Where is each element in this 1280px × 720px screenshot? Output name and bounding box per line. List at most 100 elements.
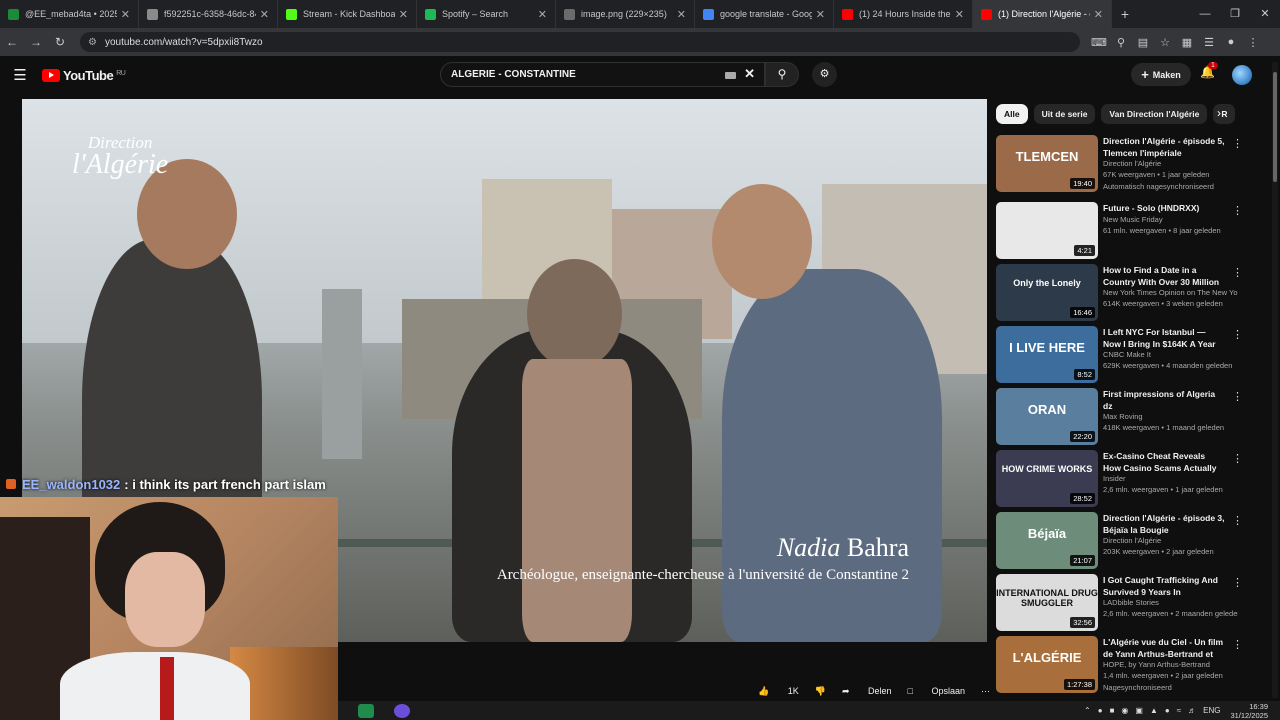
recommendation-item[interactable]: I LIVE HERE 8:52 I Left NYC For Istanbul —… xyxy=(996,326,1243,384)
tab-close-icon[interactable]: ✕ xyxy=(677,8,686,21)
recommendation-item[interactable]: ORAN 22:20 First impressions of Algeria dz… xyxy=(996,388,1243,446)
more-options-icon[interactable]: ⋮ xyxy=(1232,638,1243,651)
close-window-icon[interactable]: ✕ xyxy=(1250,0,1280,28)
more-options-icon[interactable]: ⋮ xyxy=(1232,514,1243,527)
recommendation-title[interactable]: Future - Solo (HNDRXX) xyxy=(1103,203,1225,215)
recommendation-item[interactable]: L'ALGÉRIE 1:27:38 L'Algérie vue du Ciel - … xyxy=(996,636,1243,694)
recommendation-title[interactable]: I Left NYC For Istanbul — Now I Bring In… xyxy=(1103,327,1225,350)
more-options-icon[interactable]: ⋮ xyxy=(1232,137,1243,150)
recommendation-thumbnail[interactable]: L'ALGÉRIE 1:27:38 xyxy=(996,636,1098,693)
browser-tab[interactable]: image.png (229×235) ✕ xyxy=(556,0,695,28)
recommendation-channel[interactable]: New York Times Opinion on The New Yor... xyxy=(1103,288,1238,297)
new-tab-button[interactable]: + xyxy=(1112,6,1138,22)
recommendation-channel[interactable]: Direction l'Algérie xyxy=(1103,536,1238,545)
minimize-icon[interactable]: — xyxy=(1190,0,1220,28)
tab-close-icon[interactable]: ✕ xyxy=(538,8,547,21)
more-actions-icon[interactable]: ⋯ xyxy=(981,686,990,697)
recommendation-thumbnail[interactable]: I LIVE HERE 8:52 xyxy=(996,326,1098,383)
share-button[interactable]: ➦ Delen xyxy=(842,686,892,697)
tab-close-icon[interactable]: ✕ xyxy=(399,8,408,21)
reload-icon[interactable]: ↻ xyxy=(48,35,72,49)
maximize-icon[interactable]: ❐ xyxy=(1220,0,1250,28)
more-options-icon[interactable]: ⋮ xyxy=(1232,328,1243,341)
search-input[interactable]: ALGERIE - CONSTANTINE ✕ xyxy=(440,62,765,87)
tab-close-icon[interactable]: ✕ xyxy=(121,8,130,21)
volume-icon[interactable]: ♬ xyxy=(1188,706,1196,715)
filter-chip[interactable]: Alle xyxy=(996,104,1028,124)
browser-tab[interactable]: Spotify – Search ✕ xyxy=(417,0,556,28)
clock[interactable]: 16:39 31/12/2025 xyxy=(1230,702,1268,720)
recommendation-thumbnail[interactable]: Béjaïa 21:07 xyxy=(996,512,1098,569)
recommendation-item[interactable]: 4:21 Future - Solo (HNDRXX) New Music Frid… xyxy=(996,202,1243,260)
recommendation-item[interactable]: INTERNATIONAL DRUG SMUGGLER 32:56 I Got Ca… xyxy=(996,574,1243,632)
tab-close-icon[interactable]: ✕ xyxy=(955,8,964,21)
browser-tab[interactable]: (1) Direction l'Algérie - é ✕ xyxy=(973,0,1112,28)
more-options-icon[interactable]: ⋮ xyxy=(1232,452,1243,465)
recommendation-item[interactable]: HOW CRIME WORKS 28:52 Ex-Casino Cheat Reve… xyxy=(996,450,1243,508)
recommendation-title[interactable]: How to Find a Date in a Country With Ove… xyxy=(1103,265,1225,288)
recommendation-item[interactable]: Béjaïa 21:07 Direction l'Algérie - épisode… xyxy=(996,512,1243,570)
recommendation-item[interactable]: Only the Lonely 16:46 How to Find a Date i… xyxy=(996,264,1243,322)
like-button[interactable]: 👍 1K xyxy=(758,686,799,697)
tray-app-icon[interactable]: ■ xyxy=(1110,706,1115,715)
tray-app-icon[interactable]: ▲ xyxy=(1150,706,1158,715)
cast-icon[interactable]: ▤ xyxy=(1132,36,1154,49)
tray-app-icon[interactable]: ◉ xyxy=(1121,706,1128,715)
site-info-icon[interactable]: ⚙ xyxy=(88,37,97,48)
wifi-icon[interactable]: ≈ xyxy=(1177,706,1181,715)
search-button[interactable]: ⚲ xyxy=(765,62,799,87)
media-icon[interactable]: ☰ xyxy=(1198,36,1220,49)
browser-tab[interactable]: @EE_mebad4ta • 2025 Ki ✕ xyxy=(0,0,139,28)
recommendation-channel[interactable]: HOPE, by Yann Arthus-Bertrand xyxy=(1103,660,1238,669)
recommendation-thumbnail[interactable]: Only the Lonely 16:46 xyxy=(996,264,1098,321)
recommendation-title[interactable]: Direction l'Algérie - épisode 3, Béjaïa … xyxy=(1103,513,1225,536)
bookmark-star-icon[interactable]: ☆ xyxy=(1154,36,1176,49)
recommendation-channel[interactable]: Direction l'Algérie xyxy=(1103,159,1238,168)
url-field[interactable]: ⚙ youtube.com/watch?v=5dpxii8Twzo xyxy=(80,32,1080,52)
chips-next-icon[interactable]: › xyxy=(1217,106,1221,120)
recommendation-channel[interactable]: LADbible Stories xyxy=(1103,598,1238,607)
taskbar-app-icon[interactable] xyxy=(358,703,374,718)
recommendation-thumbnail[interactable]: TLEMCEN 19:40 xyxy=(996,135,1098,192)
create-button[interactable]: + Maken xyxy=(1131,63,1191,86)
page-scrollbar[interactable] xyxy=(1272,62,1278,698)
more-options-icon[interactable]: ⋮ xyxy=(1232,576,1243,589)
account-avatar[interactable] xyxy=(1232,65,1252,85)
extensions-icon[interactable]: ▦ xyxy=(1176,36,1198,49)
dislike-icon[interactable]: 👎 xyxy=(815,686,826,697)
tray-app-icon[interactable]: ● xyxy=(1098,706,1103,715)
recommendation-title[interactable]: L'Algérie vue du Ciel - Un film de Yann … xyxy=(1103,637,1225,660)
tray-app-icon[interactable]: ▣ xyxy=(1135,706,1143,715)
recommendation-thumbnail[interactable]: HOW CRIME WORKS 28:52 xyxy=(996,450,1098,507)
tray-chevron-icon[interactable]: ⌃ xyxy=(1084,706,1091,715)
zoom-icon[interactable]: ⚲ xyxy=(1110,36,1132,49)
back-icon[interactable]: ← xyxy=(0,35,24,49)
more-options-icon[interactable]: ⋮ xyxy=(1232,204,1243,217)
more-options-icon[interactable]: ⋮ xyxy=(1232,390,1243,403)
clear-search-icon[interactable]: ✕ xyxy=(744,66,755,82)
browser-menu-icon[interactable]: ⋮ xyxy=(1242,36,1264,49)
recommendation-thumbnail[interactable]: ORAN 22:20 xyxy=(996,388,1098,445)
tray-app-icon[interactable]: ● xyxy=(1165,706,1170,715)
recommendation-channel[interactable]: Max Roving xyxy=(1103,412,1238,421)
scrollbar-thumb[interactable] xyxy=(1273,72,1277,182)
profile-icon[interactable]: ● xyxy=(1220,36,1242,49)
browser-tab[interactable]: f592251c-6358-46dc-846 ✕ xyxy=(139,0,278,28)
filter-chip[interactable]: Van Direction l'Algérie xyxy=(1101,104,1208,124)
tab-close-icon[interactable]: ✕ xyxy=(816,8,825,21)
recommendation-channel[interactable]: CNBC Make It xyxy=(1103,350,1238,359)
recommendation-item[interactable]: TLEMCEN 19:40 Direction l'Algérie - épisod… xyxy=(996,135,1243,193)
filter-chip[interactable]: Uit de serie xyxy=(1033,104,1096,124)
recommendation-title[interactable]: I Got Caught Trafficking And Survived 9 … xyxy=(1103,575,1225,598)
save-button[interactable]: □ Opslaan xyxy=(908,686,965,696)
language-indicator[interactable]: ENG xyxy=(1203,706,1220,715)
browser-tab[interactable]: (1) 24 Hours Inside the W ✕ xyxy=(834,0,973,28)
browser-tab[interactable]: Stream - Kick Dashboard ✕ xyxy=(278,0,417,28)
keyboard-icon[interactable] xyxy=(725,72,736,79)
forward-icon[interactable]: → xyxy=(24,35,48,49)
recommendation-channel[interactable]: Insider xyxy=(1103,474,1238,483)
recommendation-title[interactable]: First impressions of Algeria dz xyxy=(1103,389,1225,412)
recommendation-channel[interactable]: New Music Friday xyxy=(1103,215,1238,224)
youtube-logo[interactable]: YouTube RU xyxy=(42,68,126,83)
more-options-icon[interactable]: ⋮ xyxy=(1232,266,1243,279)
